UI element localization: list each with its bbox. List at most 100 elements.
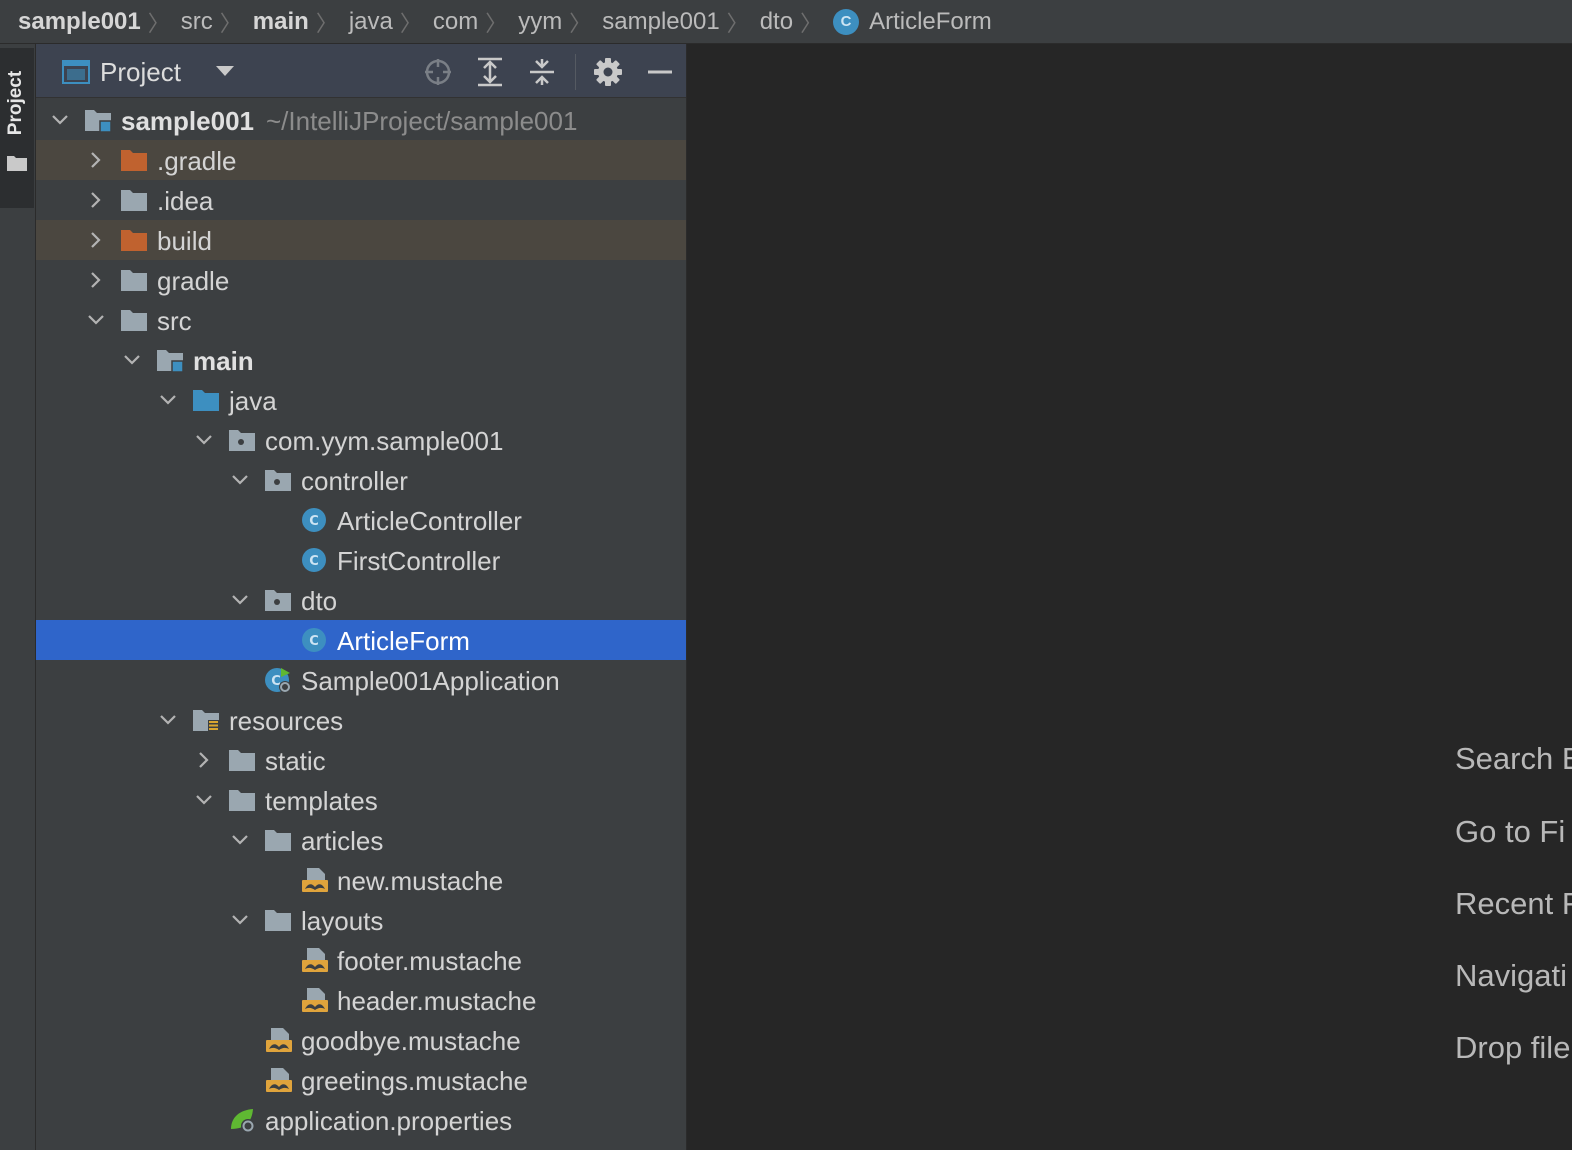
- package-icon: [229, 430, 255, 451]
- chevron-right-icon[interactable]: [86, 190, 106, 210]
- chevron-down-icon[interactable]: [158, 710, 178, 730]
- tree-row[interactable]: src: [36, 300, 686, 340]
- tree-item-label: layouts: [301, 906, 383, 937]
- tree-row[interactable]: gradle: [36, 260, 686, 300]
- chevron-down-icon[interactable]: [230, 470, 250, 490]
- breadcrumb-separator: 〉: [485, 10, 508, 36]
- tree-row[interactable]: com.yym.sample001: [36, 420, 686, 460]
- breadcrumb-label: main: [252, 7, 309, 35]
- folder-icon: [121, 270, 147, 291]
- chevron-right-icon[interactable]: [86, 150, 106, 170]
- breadcrumb-item[interactable]: sample001 〉: [602, 6, 759, 38]
- chevron-down-icon[interactable]: [214, 64, 236, 78]
- spring-properties-icon: [231, 1109, 255, 1133]
- gear-icon[interactable]: [592, 56, 624, 88]
- tree-item-label: footer.mustache: [337, 946, 522, 977]
- tree-item-name: src: [157, 306, 192, 336]
- tree-row[interactable]: goodbye.mustache: [36, 1020, 686, 1060]
- tree-row[interactable]: header.mustache: [36, 980, 686, 1020]
- expand-all-icon[interactable]: [474, 56, 506, 88]
- hint-go-to-file: Go to Fi: [1455, 814, 1566, 849]
- breadcrumb-separator: 〉: [569, 10, 592, 36]
- breadcrumb-item[interactable]: sample001 〉: [18, 6, 181, 38]
- mustache-file-icon: [266, 1028, 292, 1052]
- chevron-down-icon[interactable]: [230, 830, 250, 850]
- tree-row[interactable]: .idea: [36, 180, 686, 220]
- project-panel-title[interactable]: Project: [100, 57, 181, 88]
- tree-row[interactable]: resources: [36, 700, 686, 740]
- breadcrumb-item[interactable]: main 〉: [253, 6, 349, 38]
- breadcrumb-item[interactable]: com 〉: [433, 6, 518, 38]
- tree-row[interactable]: controller: [36, 460, 686, 500]
- chevron-down-icon[interactable]: [50, 110, 70, 130]
- breadcrumb-item[interactable]: java 〉: [349, 6, 433, 38]
- tree-item-label: src: [157, 306, 192, 337]
- tree-item-name: footer.mustache: [337, 946, 522, 976]
- tree-row[interactable]: new.mustache: [36, 860, 686, 900]
- tree-item-label: static: [265, 746, 326, 777]
- tree-row[interactable]: sample001 ~/IntelliJProject/sample001: [36, 100, 686, 140]
- chevron-down-icon[interactable]: [230, 590, 250, 610]
- tree-row[interactable]: static: [36, 740, 686, 780]
- tree-row[interactable]: greetings.mustache: [36, 1060, 686, 1100]
- mustache-file-icon: [302, 988, 328, 1012]
- tree-row[interactable]: C FirstController: [36, 540, 686, 580]
- hint-recent-files: Recent F: [1455, 886, 1572, 921]
- project-panel: Project sample001 ~/IntelliJProject/samp…: [36, 44, 687, 1150]
- breadcrumb-separator: 〉: [147, 10, 170, 36]
- tree-row[interactable]: .gradle: [36, 140, 686, 180]
- breadcrumb-item[interactable]: C ArticleForm: [833, 8, 992, 36]
- breadcrumb-item[interactable]: src 〉: [181, 6, 253, 38]
- tree-item-label: dto: [301, 586, 337, 617]
- tree-row[interactable]: main: [36, 340, 686, 380]
- chevron-down-icon[interactable]: [230, 910, 250, 930]
- tree-item-name: controller: [301, 466, 408, 496]
- tree-row[interactable]: C ArticleForm: [36, 620, 686, 660]
- chevron-down-icon[interactable]: [194, 430, 214, 450]
- tree-row[interactable]: build: [36, 220, 686, 260]
- chevron-right-icon[interactable]: [86, 230, 106, 250]
- breadcrumb-separator: 〉: [726, 10, 749, 36]
- breadcrumb-label: src: [180, 7, 213, 35]
- breadcrumb-label: yym: [518, 7, 563, 35]
- tree-row[interactable]: footer.mustache: [36, 940, 686, 980]
- tree-row[interactable]: dto: [36, 580, 686, 620]
- locate-icon[interactable]: [422, 56, 454, 88]
- toolbar-divider: [575, 54, 576, 90]
- chevron-down-icon[interactable]: [158, 390, 178, 410]
- tree-item-name: layouts: [301, 906, 384, 936]
- excluded-folder-icon: [121, 230, 147, 251]
- tree-row[interactable]: templates: [36, 780, 686, 820]
- chevron-down-icon[interactable]: [86, 310, 106, 330]
- tree-item-name: Sample001Application: [301, 666, 560, 696]
- spring-boot-class-icon: C: [265, 668, 291, 693]
- breadcrumb-separator: 〉: [399, 10, 422, 36]
- tree-item-name: static: [265, 746, 326, 776]
- chevron-down-icon[interactable]: [122, 350, 142, 370]
- chevron-right-icon[interactable]: [86, 270, 106, 290]
- collapse-all-icon[interactable]: [526, 56, 558, 88]
- tree-row[interactable]: C Sample001Application: [36, 660, 686, 700]
- chevron-right-icon[interactable]: [194, 750, 214, 770]
- project-tool-window-button[interactable]: Project: [0, 48, 34, 208]
- tree-item-label: gradle: [157, 266, 229, 297]
- tree-row[interactable]: layouts: [36, 900, 686, 940]
- breadcrumb-separator: 〉: [219, 10, 242, 36]
- breadcrumb-item[interactable]: yym 〉: [518, 6, 602, 38]
- hint-navigation-bar: Navigati: [1455, 958, 1567, 993]
- tree-row[interactable]: C ArticleController: [36, 500, 686, 540]
- class-icon: C: [302, 508, 326, 532]
- tree-row[interactable]: java: [36, 380, 686, 420]
- tree-row[interactable]: application.properties: [36, 1100, 686, 1140]
- resources-root-icon: [193, 710, 219, 732]
- tree-item-name: templates: [265, 786, 378, 816]
- minimize-icon[interactable]: [644, 56, 676, 88]
- tree-item-name: ArticleForm: [337, 626, 470, 656]
- tree-item-label: ArticleForm: [337, 626, 470, 657]
- tree-item-label: articles: [301, 826, 383, 857]
- chevron-down-icon[interactable]: [194, 790, 214, 810]
- folder-icon: [229, 750, 255, 771]
- tree-row[interactable]: articles: [36, 820, 686, 860]
- hint-search-everywhere: Search E: [1455, 741, 1572, 776]
- breadcrumb-item[interactable]: dto 〉: [760, 6, 833, 38]
